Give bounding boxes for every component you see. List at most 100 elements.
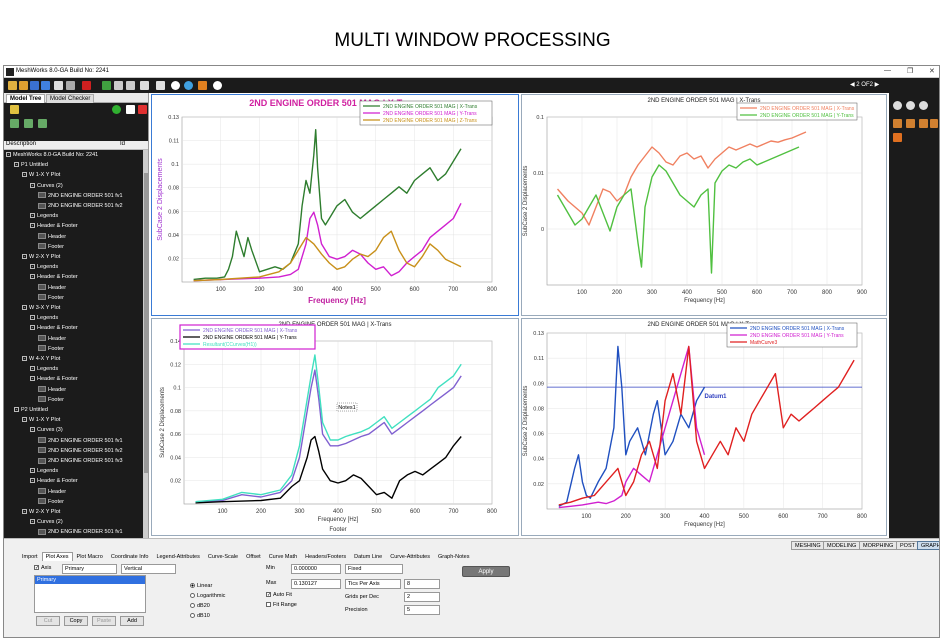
collapse-all-icon[interactable] xyxy=(24,119,33,128)
tree-filter-icon[interactable] xyxy=(38,119,47,128)
min-input[interactable]: 0.000000 xyxy=(291,564,341,574)
curve-icon[interactable] xyxy=(38,447,46,454)
document-icon[interactable] xyxy=(54,81,63,90)
curve-icon[interactable] xyxy=(38,386,46,393)
gear-icon[interactable] xyxy=(171,81,180,90)
open-folder-icon[interactable] xyxy=(19,81,28,90)
tree-node[interactable]: -W 1-X Y Plot xyxy=(22,170,60,180)
expand-icon[interactable]: - xyxy=(30,274,35,280)
orientation-select[interactable]: Vertical xyxy=(121,564,176,574)
apply-button[interactable]: Apply xyxy=(462,566,510,577)
paste-button[interactable]: Paste xyxy=(92,616,116,626)
tree-node[interactable]: - Legends xyxy=(30,466,58,476)
tree-node[interactable]: - P2 Untitled xyxy=(14,405,48,415)
expand-icon[interactable]: - xyxy=(30,468,35,474)
cut-button[interactable]: Cut xyxy=(36,616,60,626)
measure-icon[interactable] xyxy=(906,119,915,128)
curve-icon[interactable] xyxy=(38,437,46,444)
plot-window-3[interactable]: 2ND ENGINE ORDER 501 MAG | X-Trans 100 20… xyxy=(151,318,519,536)
curve-icon[interactable] xyxy=(38,192,46,199)
tree-node[interactable]: - Curves (2) xyxy=(30,517,63,527)
bottom-tab[interactable]: Legend-Attributes xyxy=(152,552,203,562)
expand-icon[interactable]: - xyxy=(22,172,27,178)
bottom-tab[interactable]: Datum Line xyxy=(350,552,386,562)
zoom-in-icon[interactable] xyxy=(893,101,902,110)
tree-node[interactable]: 2ND ENGINE ORDER 501 fv2 xyxy=(38,201,123,211)
tree-node[interactable]: 2ND ENGINE ORDER 501 fv3 xyxy=(38,456,123,466)
curve-icon[interactable] xyxy=(38,528,46,535)
curve-icon[interactable] xyxy=(38,498,46,505)
expand-icon[interactable]: - xyxy=(22,509,27,515)
expand-icon[interactable]: - xyxy=(30,213,35,219)
grids-input[interactable]: 2 xyxy=(404,592,440,602)
autofit-checkbox[interactable]: ✓ Auto Fit xyxy=(266,591,292,599)
tree-node[interactable]: - Header & Footer xyxy=(30,272,78,282)
new-file-icon[interactable] xyxy=(8,81,17,90)
close-file-icon[interactable] xyxy=(82,81,91,90)
min-mode-select[interactable]: Fixed xyxy=(345,564,403,574)
tree-node[interactable]: -W 2-X Y Plot xyxy=(22,252,60,262)
save-icon[interactable] xyxy=(30,81,39,90)
tree-node[interactable]: - Header & Footer xyxy=(30,323,78,333)
mode-morphing[interactable]: MORPHING xyxy=(859,541,898,550)
tree-node[interactable]: Footer xyxy=(38,293,64,303)
expand-icon[interactable]: - xyxy=(30,366,35,372)
tree-node[interactable]: - Curves (3) xyxy=(30,425,63,435)
mode-graph[interactable]: GRAPH xyxy=(917,541,939,550)
expand-icon[interactable]: - xyxy=(30,264,35,270)
tree-node[interactable]: Footer xyxy=(38,344,64,354)
tree-node[interactable]: -W 2-X Y Plot xyxy=(22,507,60,517)
scale-linear-radio[interactable]: Linear xyxy=(190,582,212,590)
expand-icon[interactable]: - xyxy=(22,356,27,362)
layout-icon[interactable] xyxy=(893,133,902,142)
bottom-tab[interactable]: Headers/Footers xyxy=(301,552,350,562)
curve-icon[interactable] xyxy=(38,345,46,352)
plot-window-2[interactable]: 2ND ENGINE ORDER 501 MAG | X-Trans 100 20… xyxy=(521,94,887,316)
refresh-icon[interactable] xyxy=(112,105,121,114)
pick-icon[interactable] xyxy=(919,119,928,128)
copy-button[interactable]: Copy xyxy=(64,616,88,626)
curve-icon[interactable] xyxy=(38,294,46,301)
print-icon[interactable] xyxy=(66,81,75,90)
tree-node[interactable]: Header xyxy=(38,232,66,242)
fitrange-checkbox[interactable]: Fit Range xyxy=(266,601,297,609)
scale-log-radio[interactable]: Logarithmic xyxy=(190,592,225,600)
curve-icon[interactable] xyxy=(38,335,46,342)
minimize-icon[interactable]: — xyxy=(884,67,891,74)
tree-scrollbar-thumb[interactable] xyxy=(144,173,148,473)
bottom-tab[interactable]: Plot Axes xyxy=(41,552,73,561)
mode-post[interactable]: POST xyxy=(896,541,919,550)
tree-node[interactable]: - P1 Untitled xyxy=(14,160,48,170)
zoom-out-icon[interactable] xyxy=(906,101,915,110)
tree-node[interactable]: 2ND ENGINE ORDER 501 fv1 xyxy=(38,436,123,446)
expand-icon[interactable]: - xyxy=(6,152,11,158)
expand-icon[interactable]: - xyxy=(30,315,35,321)
tree-node[interactable]: - Header & Footer xyxy=(30,374,78,384)
tree-node[interactable]: Header xyxy=(38,487,66,497)
expand-icon[interactable]: - xyxy=(30,376,35,382)
help-icon[interactable] xyxy=(184,81,193,90)
tree-node[interactable]: Footer xyxy=(38,242,64,252)
tree-node[interactable]: Footer xyxy=(38,395,64,405)
expand-icon[interactable]: - xyxy=(30,519,35,525)
max-input[interactable]: 0.130127 xyxy=(291,579,341,589)
tree-node[interactable]: - Legends xyxy=(30,364,58,374)
tree-node[interactable]: -W 4-X Y Plot xyxy=(22,354,60,364)
tree-node[interactable]: 2ND ENGINE ORDER 501 fv1 xyxy=(38,527,123,537)
curve-icon[interactable] xyxy=(38,202,46,209)
mode-modeling[interactable]: MODELING xyxy=(823,541,861,550)
expand-icon[interactable]: - xyxy=(30,478,35,484)
tree-node[interactable]: Footer xyxy=(38,497,64,507)
tree-node[interactable]: Header xyxy=(38,334,66,344)
add-button[interactable]: Add xyxy=(120,616,144,626)
zoom-fit-icon[interactable] xyxy=(919,101,928,110)
curve-icon[interactable] xyxy=(38,396,46,403)
mode-meshing[interactable]: MESHING xyxy=(791,541,825,550)
curve-icon[interactable] xyxy=(38,284,46,291)
bottom-tab[interactable]: Plot Macro xyxy=(73,552,107,562)
expand-icon[interactable]: - xyxy=(14,162,19,168)
expand-icon[interactable]: - xyxy=(22,305,27,311)
bottom-tab[interactable]: Curve-Attributes xyxy=(386,552,434,562)
tree-node[interactable]: -W 3-X Y Plot xyxy=(22,303,60,313)
tree-node[interactable]: Header xyxy=(38,283,66,293)
